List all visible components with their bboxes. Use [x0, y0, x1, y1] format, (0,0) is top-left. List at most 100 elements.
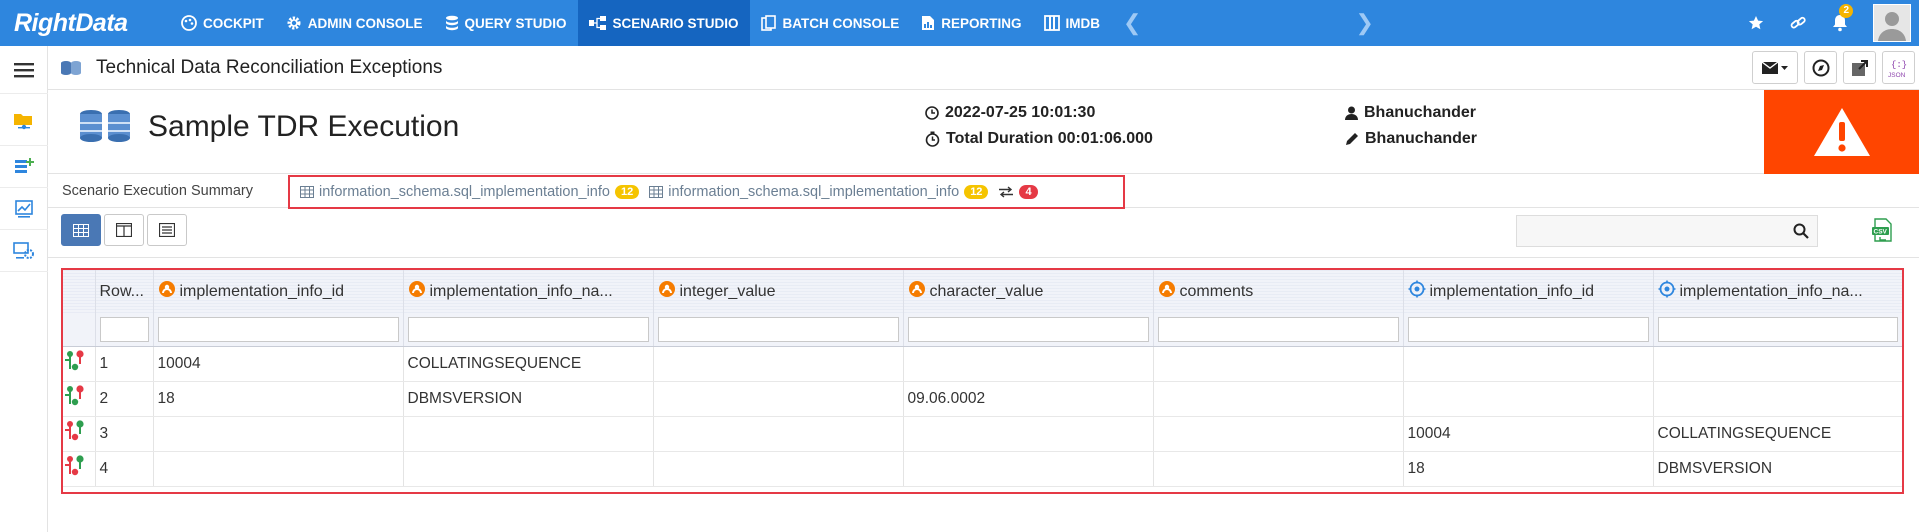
table-cell — [653, 451, 904, 487]
table-cell — [903, 346, 1154, 382]
search-icon[interactable] — [1793, 223, 1809, 239]
source-icon — [908, 280, 926, 303]
column-filter-input[interactable] — [1657, 316, 1898, 342]
tab-scenario-execution-summary[interactable]: Scenario Execution Summary — [62, 183, 253, 199]
tab-differences[interactable]: 4 — [998, 185, 1038, 199]
table-cell — [1653, 346, 1902, 382]
nav-query-studio[interactable]: QUERY STUDIO — [434, 0, 578, 46]
execution-datetime-text: 2022-07-25 10:01:30 — [945, 104, 1096, 121]
table-row[interactable]: 2 18 DBMSVERSION 09.06.0002 — [63, 381, 1902, 417]
batch-icon — [760, 15, 776, 31]
table-cell — [153, 416, 404, 452]
tab-target-table[interactable]: information_schema.sql_implementation_in… — [649, 184, 989, 200]
nav-scroll-right-icon[interactable]: ❯ — [1343, 0, 1385, 46]
grid-view-icon — [73, 223, 89, 237]
table-icon — [300, 186, 314, 198]
comparison-tabs-group: information_schema.sql_implementation_in… — [288, 175, 1125, 209]
column-filter-input[interactable] — [657, 316, 899, 342]
target-icon — [1658, 280, 1676, 303]
brand-logo[interactable]: RightData — [0, 0, 170, 46]
email-dropdown-button[interactable] — [1752, 51, 1798, 84]
csv-export-icon[interactable]: CSV — [1872, 218, 1894, 247]
exceptions-table: Row... implementation_info_id implementa… — [63, 270, 1902, 487]
edited-by-text: Bhanuchander — [1365, 130, 1478, 147]
favorite-star-icon[interactable] — [1735, 0, 1777, 46]
folder-icon[interactable] — [0, 96, 48, 146]
table-cell — [1153, 451, 1404, 487]
target-only-indicator-icon — [65, 420, 87, 446]
column-header[interactable]: implementation_info_na... — [403, 270, 654, 313]
view-toolbar: CSV — [48, 208, 1919, 258]
link-icon[interactable] — [1777, 0, 1819, 46]
column-filter-input[interactable] — [407, 316, 649, 342]
detail-view-button[interactable] — [147, 214, 187, 246]
table-row[interactable]: 4 18 DBMSVERSION — [63, 451, 1902, 487]
nav-batch-console[interactable]: BATCH CONSOLE — [750, 0, 911, 46]
nav-scroll-left-icon[interactable]: ❮ — [1111, 0, 1153, 46]
exceptions-grid: Row... implementation_info_id implementa… — [61, 268, 1904, 494]
table-row[interactable]: 3 10004 COLLATINGSEQUENCE — [63, 416, 1902, 452]
table-cell: 1 — [95, 346, 154, 382]
nav-scenario-studio-label: SCENARIO STUDIO — [612, 15, 739, 31]
list-view-icon — [159, 223, 175, 237]
svg-text:CSV: CSV — [1874, 229, 1888, 236]
column-header[interactable]: implementation_info_na... — [1653, 270, 1902, 313]
nav-right-tools: 2 — [1735, 0, 1919, 46]
dashboard-chart-icon[interactable] — [0, 188, 48, 230]
column-filter-input[interactable] — [1157, 316, 1399, 342]
table-cell: 3 — [95, 416, 154, 452]
column-header[interactable]: integer_value — [653, 270, 904, 313]
grid-search-input[interactable] — [1517, 216, 1787, 246]
table-cell — [1153, 416, 1404, 452]
notifications-bell-icon[interactable]: 2 — [1819, 0, 1861, 46]
column-filter-input[interactable] — [1407, 316, 1649, 342]
split-view-button[interactable] — [104, 214, 144, 246]
status-alert-box — [1764, 90, 1919, 174]
hamburger-menu-icon[interactable] — [0, 46, 48, 94]
columns-icon — [1043, 15, 1060, 31]
add-scenario-icon[interactable] — [0, 146, 48, 188]
svg-text:{:}: {:} — [1891, 60, 1907, 70]
titlebar-actions: {:} JSON — [1752, 51, 1915, 84]
column-header[interactable]: implementation_info_id — [1403, 270, 1654, 313]
row-indicator — [63, 416, 96, 452]
table-cell — [1153, 346, 1404, 382]
column-filter-input[interactable] — [157, 316, 399, 342]
main-nav: COCKPIT ADMIN CONSOLE QUERY STUDIO SCENA… — [170, 0, 1386, 46]
json-button[interactable]: {:} JSON — [1882, 51, 1915, 84]
column-header[interactable]: comments — [1153, 270, 1404, 313]
nav-reporting[interactable]: REPORTING — [910, 0, 1032, 46]
table-row[interactable]: 1 10004 COLLATINGSEQUENCE — [63, 346, 1902, 382]
user-avatar[interactable] — [1873, 4, 1911, 42]
column-filter-input[interactable] — [907, 316, 1149, 342]
filter-cell — [1153, 313, 1404, 347]
svg-text:JSON: JSON — [1888, 72, 1906, 79]
report-icon — [922, 16, 935, 30]
nav-scenario-studio[interactable]: SCENARIO STUDIO — [577, 0, 750, 46]
column-header[interactable]: implementation_info_id — [153, 270, 404, 313]
table-cell — [1403, 346, 1654, 382]
column-header-label: Row... — [99, 282, 144, 300]
edited-by: Bhanuchander — [1345, 130, 1477, 148]
settings-monitor-icon[interactable] — [0, 230, 48, 272]
json-file-icon: {:} JSON — [1888, 60, 1907, 79]
indicator-column-header — [63, 270, 96, 313]
column-filter-input[interactable] — [99, 316, 149, 342]
table-cell — [1153, 381, 1404, 417]
export-button[interactable] — [1843, 51, 1876, 84]
row-indicator — [63, 451, 96, 487]
tab-source-table[interactable]: information_schema.sql_implementation_in… — [300, 184, 640, 200]
grid-view-button[interactable] — [61, 214, 101, 246]
column-header-label: comments — [1179, 282, 1254, 300]
table-cell — [653, 381, 904, 417]
execution-header: Sample TDR Execution 2022-07-25 10:01:30… — [48, 90, 1919, 174]
filter-cell — [95, 313, 154, 347]
nav-admin-console[interactable]: ADMIN CONSOLE — [275, 0, 434, 46]
nav-cockpit[interactable]: COCKPIT — [170, 0, 275, 46]
table-cell: 10004 — [1403, 416, 1654, 452]
nav-imdb[interactable]: IMDB — [1033, 0, 1112, 46]
compass-button[interactable] — [1804, 51, 1837, 84]
column-header[interactable]: character_value — [903, 270, 1154, 313]
column-header[interactable]: Row... — [95, 270, 154, 313]
gear-icon — [287, 16, 301, 30]
